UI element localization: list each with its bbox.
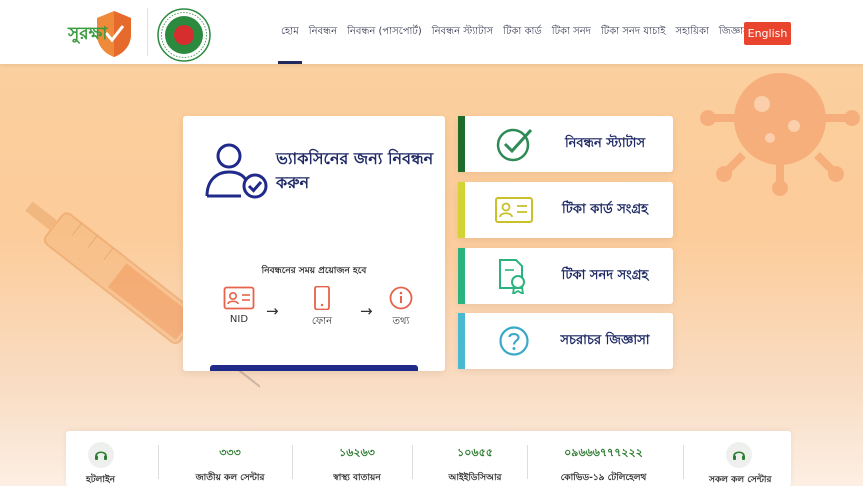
hotline-10655[interactable]: ১০৬৫৫ আইইডিসিআর [420, 431, 530, 486]
divider [292, 445, 293, 479]
arrow-right-icon: → [360, 302, 373, 320]
logo-divider [147, 8, 148, 56]
registration-card[interactable]: ভ্যাকসিনের জন্য নিবন্ধন করুন নিবন্ধনের স… [183, 116, 445, 371]
faq-card[interactable]: সচরাচর জিজ্ঞাসা [458, 313, 673, 369]
surokkha-logo[interactable]: সুরক্ষা [68, 9, 134, 59]
nav-certificate-verify[interactable]: টিকা সনদ যাচাই [596, 0, 671, 64]
nav-registration-status[interactable]: নিবন্ধন স্ট্যাটাস [427, 0, 498, 64]
phone-icon [314, 286, 330, 310]
nav-registration[interactable]: নিবন্ধন [304, 0, 342, 64]
nav-help[interactable]: সহায়িকা [671, 0, 714, 64]
vaccine-certificate-collect-card[interactable]: টিকা সনদ সংগ্রহ [458, 248, 673, 304]
registration-status-label: নিবন্ধন স্ট্যাটাস [564, 135, 646, 151]
divider [683, 445, 684, 479]
question-circle-icon [499, 326, 529, 356]
certificate-icon [499, 259, 525, 294]
hotline-name: কোভিড-১৯ টেলিহেলথ [560, 473, 647, 483]
requirements-label: নিবন্ধনের সময় প্রয়োজন হবে [261, 266, 367, 276]
step-nid-label: NID [229, 314, 249, 325]
registration-title: ভ্যাকসিনের জন্য নিবন্ধন করুন [276, 149, 434, 192]
nav-vaccine-certificate[interactable]: টিকা সনদ [547, 0, 596, 64]
hotline-telehealth[interactable]: ০৯৬৬৬৭৭৭২২২ কোভিড-১৯ টেলিহেলথ [536, 431, 671, 486]
hotline-number: ০৯৬৬৬৭৭৭২২২ [564, 446, 643, 459]
headset-icon[interactable] [726, 442, 752, 468]
hotline-name: আইইডিসিআর [448, 473, 502, 483]
virus-illustration-icon [700, 73, 860, 196]
hotline-16263[interactable]: ১৬২৬৩ স্বাস্থ্য বাতায়ন [302, 431, 412, 486]
hotline-label: হটলাইন [86, 475, 116, 485]
step-info: তথ্য [381, 286, 421, 331]
id-card-icon [495, 197, 533, 223]
english-language-button[interactable]: English [744, 22, 791, 45]
nav-home[interactable]: হোম [276, 0, 304, 64]
registration-status-card[interactable]: নিবন্ধন স্ট্যাটাস [458, 116, 673, 172]
nav-registration-passport[interactable]: নিবন্ধন (পাসপোর্ট) [342, 0, 427, 64]
divider [527, 445, 528, 479]
hotline-bar: হটলাইন ৩৩৩ জাতীয় কল সেন্টার ১৬২৬৩ স্বাস… [66, 431, 791, 486]
hotline-333[interactable]: ৩৩৩ জাতীয় কল সেন্টার [170, 431, 290, 486]
card-accent [458, 248, 465, 304]
register-button[interactable] [210, 365, 418, 371]
card-accent [458, 313, 465, 369]
vaccine-certificate-collect-label: টিকা সনদ সংগ্রহ [561, 267, 649, 283]
government-seal-icon [157, 8, 211, 62]
vaccine-card-collect-label: টিকা কার্ড সংগ্রহ [562, 201, 648, 217]
check-circle-icon [496, 128, 533, 162]
step-info-label: তথ্য [392, 316, 410, 327]
faq-label: সচরাচর জিজ্ঞাসা [560, 332, 650, 348]
step-phone: ফোন [302, 286, 342, 331]
user-check-icon [205, 143, 268, 199]
main-nav: হোম নিবন্ধন নিবন্ধন (পাসপোর্ট) নিবন্ধন স… [276, 0, 758, 64]
nav-vaccine-card[interactable]: টিকা কার্ড [498, 0, 547, 64]
step-phone-label: ফোন [311, 316, 333, 327]
divider [412, 445, 413, 479]
hotline-number: ১০৬৫৫ [457, 446, 493, 459]
card-accent [458, 116, 465, 172]
divider [158, 445, 159, 479]
all-call-centers-label[interactable]: সকল কল সেন্টার [709, 472, 771, 486]
id-card-icon [223, 286, 255, 310]
hotline-name: স্বাস্থ্য বাতায়ন [333, 473, 381, 483]
hotline-name: জাতীয় কল সেন্টার [195, 473, 265, 483]
card-accent [458, 182, 465, 238]
headset-icon [88, 442, 114, 468]
arrow-right-icon: → [266, 302, 279, 320]
hotline-number: ১৬২৬৩ [339, 446, 375, 459]
hotline-number: ৩৩৩ [219, 446, 241, 459]
info-icon [389, 286, 413, 310]
step-nid: NID [219, 286, 259, 325]
site-header: সুরক্ষা হোম নিবন্ধন নিবন্ধন (পাসপোর্ট) ন… [0, 0, 863, 64]
vaccine-card-collect-card[interactable]: টিকা কার্ড সংগ্রহ [458, 182, 673, 238]
logo-text: সুরক্ষা [68, 24, 108, 44]
